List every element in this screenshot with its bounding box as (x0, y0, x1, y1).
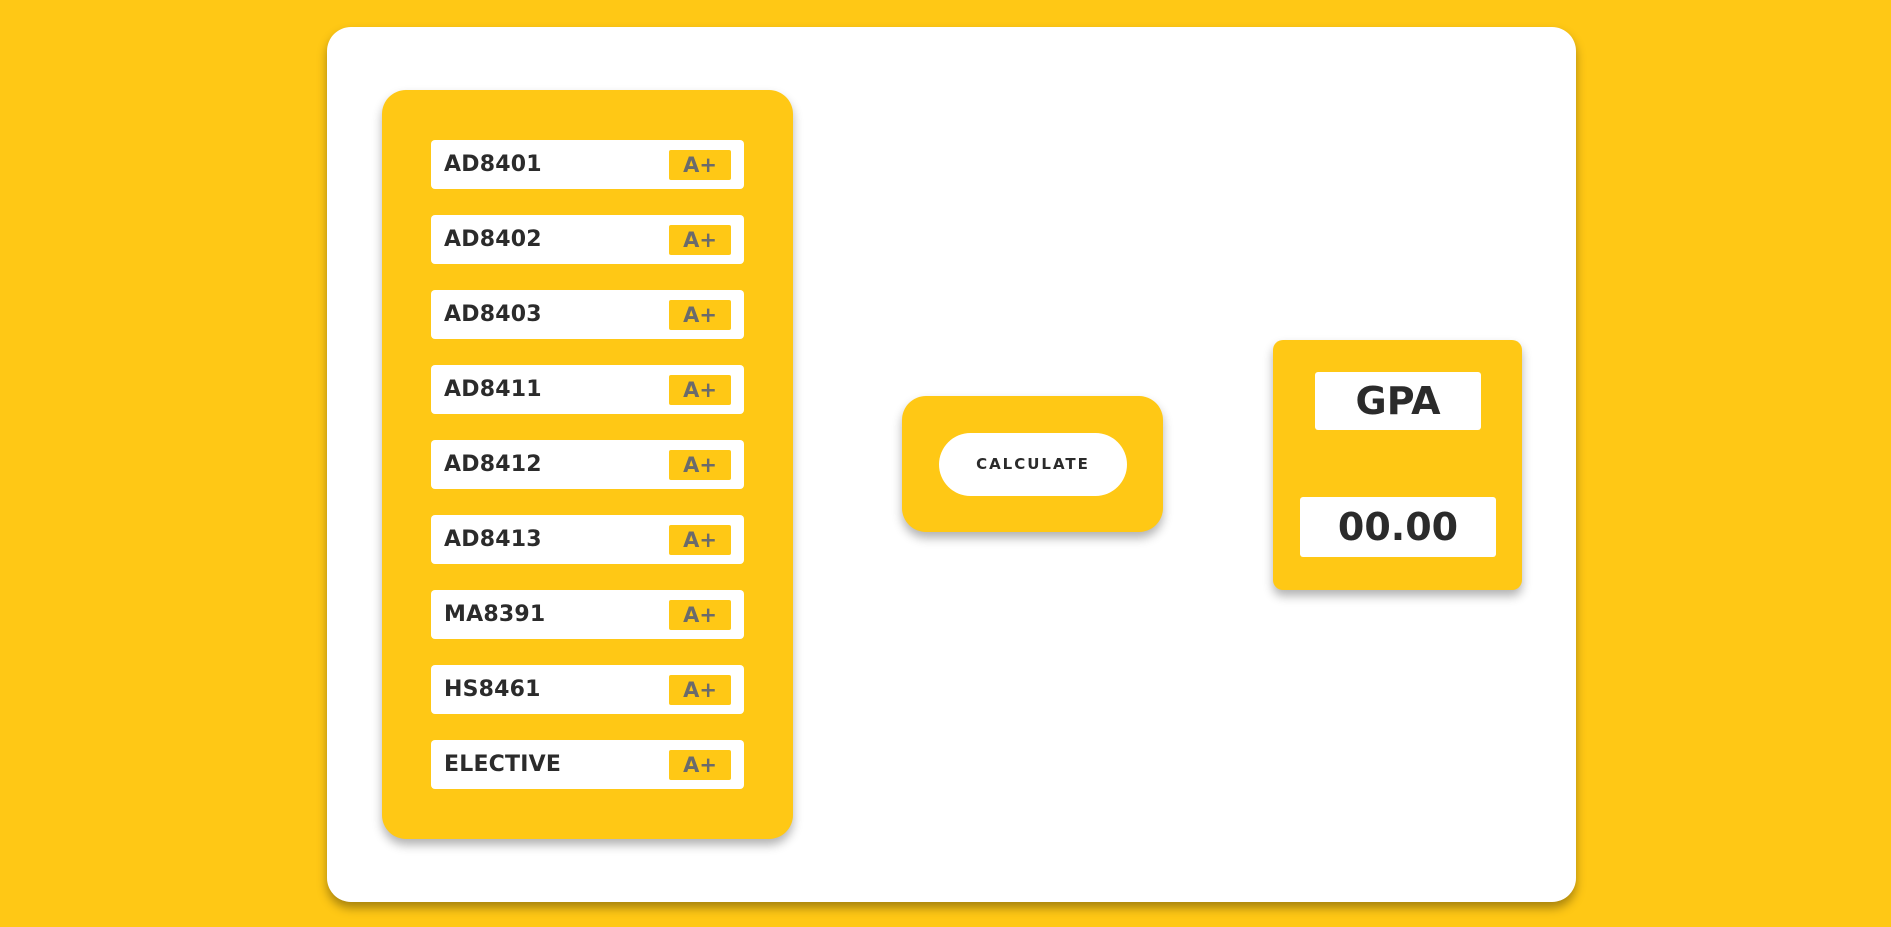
grade-select[interactable]: A+ (669, 600, 731, 630)
subject-row: ELECTIVE A+ (431, 740, 744, 789)
subject-row: AD8401 A+ (431, 140, 744, 189)
gpa-title: GPA (1315, 372, 1481, 430)
subject-code: AD8401 (444, 152, 542, 177)
subject-code: HS8461 (444, 677, 541, 702)
subject-code: AD8412 (444, 452, 542, 477)
grade-select[interactable]: A+ (669, 375, 731, 405)
subjects-panel: AD8401 A+ AD8402 A+ AD8403 A+ AD8411 A+ … (382, 90, 793, 839)
gpa-value: 00.00 (1300, 497, 1496, 557)
subject-code: MA8391 (444, 602, 546, 627)
subject-row: MA8391 A+ (431, 590, 744, 639)
grade-select[interactable]: A+ (669, 675, 731, 705)
subject-code: AD8413 (444, 527, 542, 552)
grade-select[interactable]: A+ (669, 750, 731, 780)
grade-select[interactable]: A+ (669, 225, 731, 255)
subject-row: AD8411 A+ (431, 365, 744, 414)
subject-row: AD8412 A+ (431, 440, 744, 489)
calculate-button[interactable]: CALCULATE (939, 433, 1127, 496)
subject-code: AD8402 (444, 227, 542, 252)
subject-row: AD8402 A+ (431, 215, 744, 264)
subject-row: HS8461 A+ (431, 665, 744, 714)
grade-select[interactable]: A+ (669, 150, 731, 180)
gpa-panel: GPA 00.00 (1273, 340, 1522, 590)
subject-code: ELECTIVE (444, 752, 562, 777)
grade-select[interactable]: A+ (669, 300, 731, 330)
subject-row: AD8403 A+ (431, 290, 744, 339)
subject-row: AD8413 A+ (431, 515, 744, 564)
calculate-panel: CALCULATE (902, 396, 1163, 532)
subject-code: AD8411 (444, 377, 542, 402)
grade-select[interactable]: A+ (669, 450, 731, 480)
subject-code: AD8403 (444, 302, 542, 327)
grade-select[interactable]: A+ (669, 525, 731, 555)
